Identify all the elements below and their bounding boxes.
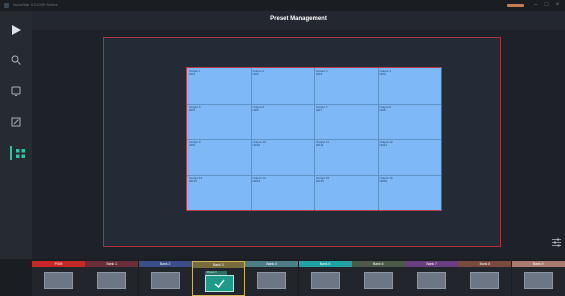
screen-cell-label: Output 7 HD7	[316, 105, 328, 113]
bank-thumbnail	[310, 272, 340, 289]
bank-6[interactable]: Bank 6	[351, 261, 405, 296]
bank-thumbnail	[44, 272, 73, 289]
title-bar: NovaStar VX1000 Series – □ ×	[0, 0, 565, 11]
bank-thumbnail	[470, 272, 500, 289]
screen-cell-label: Output 6 HD6	[252, 105, 265, 113]
sidebar-item-search[interactable]	[9, 53, 23, 67]
cell-source: HD16	[379, 178, 388, 183]
screen-cell-label: Output 16 HD16	[379, 176, 393, 184]
bank-1[interactable]: Bank 1	[85, 261, 139, 296]
screen-layout[interactable]: Output 1 HD1 Output 2 HD2 Output 3 HD3 Output …	[186, 67, 442, 211]
bank-5[interactable]: Bank 5	[298, 261, 352, 296]
bank-thumbnail	[257, 272, 287, 289]
cell-source: HD1	[189, 72, 196, 77]
monitor-icon	[11, 86, 21, 96]
bank-label: Bank 2	[138, 261, 192, 267]
cell-source: HD9	[189, 143, 196, 148]
active-indicator	[10, 146, 12, 160]
restore-button[interactable]: □	[542, 1, 551, 10]
cell-source: HD14	[252, 178, 261, 183]
close-button[interactable]: ×	[553, 1, 562, 10]
bank-7[interactable]: Bank 7	[405, 261, 459, 296]
sidebar-item-preset[interactable]	[0, 146, 32, 160]
grid-icon	[16, 149, 25, 158]
bank-label: Bank 1	[85, 261, 139, 267]
screen-cell-label: Output 15 HD15	[316, 176, 329, 184]
cell-source: HD15	[316, 178, 324, 183]
screen-cell-label: Output 2 HD2	[252, 69, 265, 77]
grid-divider	[187, 174, 441, 176]
bank-label: Bank 4	[245, 261, 299, 267]
screen-cell-label: Output 3 HD3	[316, 69, 328, 77]
cell-source: HD11	[316, 143, 324, 148]
search-icon	[11, 55, 21, 65]
bank-label: Bank 9	[511, 261, 565, 267]
sidebar-item-edit[interactable]	[9, 115, 23, 129]
cell-source: HD12	[379, 143, 388, 148]
sidebar-item-play[interactable]	[9, 23, 23, 37]
bank-8[interactable]: Bank 8	[458, 261, 512, 296]
sidebar-item-monitor[interactable]	[9, 84, 23, 98]
page-title: Preset Management	[270, 16, 327, 22]
settings-sliders-icon[interactable]	[551, 237, 562, 248]
bank-label: Bank 6	[351, 261, 405, 267]
screen-cell-label: Output 1 HD1	[189, 69, 201, 77]
grid-divider	[187, 103, 441, 105]
cell-source: HD6	[252, 107, 259, 112]
user-badge[interactable]	[507, 4, 524, 7]
bank-label: Bank 7	[405, 261, 459, 267]
sidebar	[0, 11, 32, 296]
app-logo-icon	[4, 3, 9, 8]
edit-icon	[11, 117, 21, 127]
screen-cell-label: Output 9 HD9	[189, 140, 201, 148]
cell-source: HD8	[379, 107, 386, 112]
bank-0[interactable]: PGM	[32, 261, 85, 296]
screen-cell-label: Output 13 HD13	[189, 176, 202, 184]
grid-divider	[187, 139, 441, 140]
play-icon	[11, 25, 21, 35]
bank-thumbnail	[363, 272, 393, 289]
checkmark-icon	[214, 279, 225, 289]
screen-cell-label: Output 12 HD12	[379, 140, 393, 148]
cell-source: HD5	[189, 107, 196, 112]
bank-label: Bank 5	[298, 261, 352, 267]
bank-2[interactable]: Bank 2	[138, 261, 192, 296]
cell-source: HD4	[379, 72, 386, 77]
cell-source: HD10	[252, 143, 261, 148]
screen-cell-label: Output 14 HD14	[252, 176, 266, 184]
cell-source: HD13	[189, 178, 197, 183]
app-title: NovaStar VX1000 Series	[13, 2, 58, 7]
screen-cell-label: Output 5 HD5	[189, 105, 201, 113]
bank-thumbnail	[204, 275, 234, 292]
bank-thumbnail	[417, 272, 447, 289]
page-header: Preset Management	[32, 11, 565, 30]
cell-source: HD3	[316, 72, 323, 77]
bank-thumbnail	[523, 272, 553, 289]
bank-thumbnail	[150, 272, 180, 289]
bank-label: Bank 3	[192, 262, 244, 268]
cell-source: HD7	[316, 107, 323, 112]
bank-9[interactable]: Bank 9	[511, 261, 565, 296]
bank-label: PGM	[32, 261, 85, 267]
screen-cell-label: Output 8 HD8	[379, 105, 392, 113]
bank-4[interactable]: Bank 4	[245, 261, 299, 296]
cell-source: HD2	[252, 72, 259, 77]
minimize-button[interactable]: –	[531, 1, 540, 10]
bank-thumbnail	[97, 272, 127, 289]
screen-cell-label: Output 4 HD4	[379, 69, 392, 77]
screen-cell-label: Output 11 HD11	[316, 140, 329, 148]
bank-label: Bank 8	[458, 261, 512, 267]
bank-3[interactable]: Bank 3 Preset 3	[191, 261, 245, 296]
screen-cell-label: Output 10 HD10	[252, 140, 266, 148]
